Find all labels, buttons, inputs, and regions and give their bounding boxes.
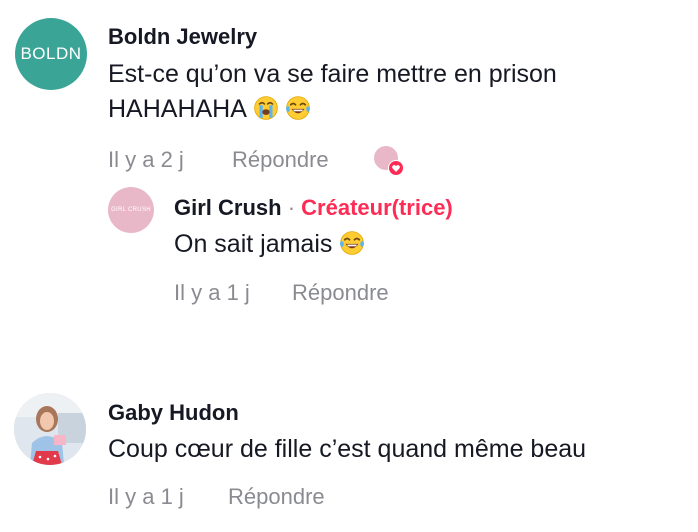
reply-button[interactable]: Répondre [228,484,325,510]
face-with-tears-of-joy-icon [340,231,365,255]
comment-text-line2-row: HAHAHAHA [108,92,311,127]
reply-text: On sait jamais [174,230,333,258]
comment-text-line2: HAHAHAHA [108,95,246,123]
comment-username[interactable]: Boldn Jewelry [108,24,257,50]
creator-badge: Créateur(trice) [301,195,453,220]
comment-text-line1: Est-ce qu’on va se faire mettre en priso… [108,60,557,88]
reply-button[interactable]: Répondre [292,280,389,306]
comment-username[interactable]: Gaby Hudon [108,400,239,426]
reply-text-row: On sait jamais [174,227,365,262]
profile-photo [14,393,86,465]
loudly-crying-face-icon [253,96,278,120]
reply-username-row: Girl Crush · Créateur(trice) [174,195,453,221]
reply-button[interactable]: Répondre [232,147,329,173]
heart-icon [389,161,403,175]
avatar-text: GIRL CRUSH [111,207,151,213]
separator-dot: · [287,195,296,220]
avatar-girl-crush[interactable]: GIRL CRUSH [108,187,154,233]
reply-timestamp: Il y a 1 j [174,280,250,305]
avatar-gaby-hudon[interactable] [14,393,86,465]
reply-username[interactable]: Girl Crush [174,195,282,220]
comment-text: Coup cœur de fille c’est quand même beau [108,435,587,463]
avatar-text: BOLDN [20,44,82,63]
face-with-tears-of-joy-icon [286,96,311,120]
avatar-boldn-jewelry[interactable]: BOLDN [15,18,87,90]
comment-timestamp: Il y a 1 j [108,484,184,509]
comment-timestamp: Il y a 2 j [108,147,184,172]
liked-by-creator-badge [374,146,404,176]
